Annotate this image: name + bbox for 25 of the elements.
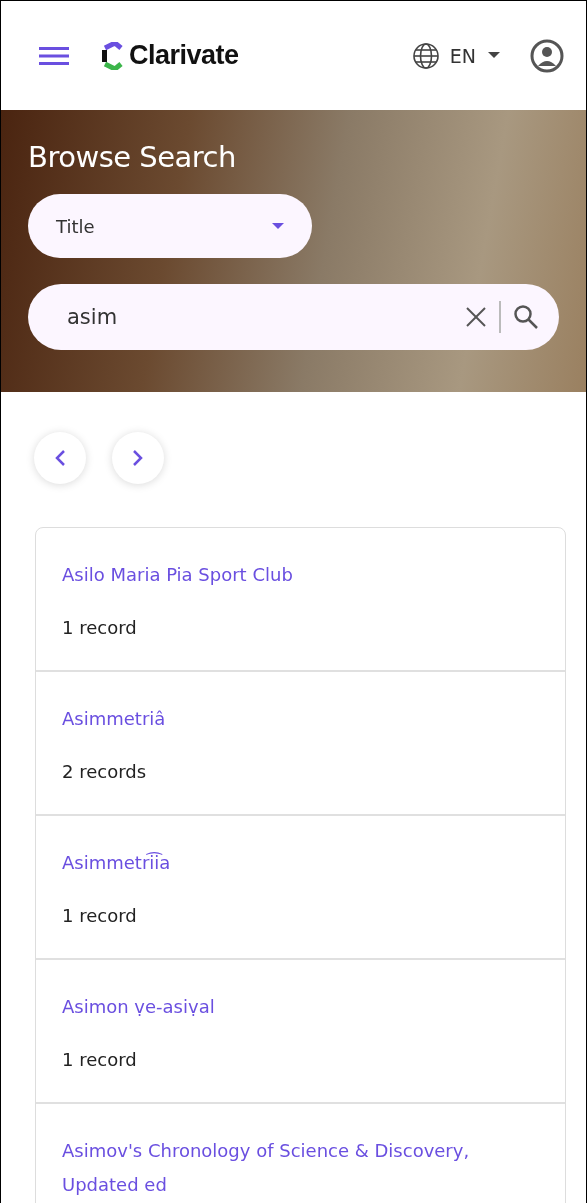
account-icon[interactable] [530, 38, 564, 73]
caret-icon [488, 52, 500, 59]
result-link[interactable]: Asimmetri͡ia [62, 846, 545, 880]
search-icon[interactable] [513, 304, 539, 330]
search-field[interactable]: asim [28, 284, 559, 350]
field-dropdown[interactable]: Title [28, 194, 312, 258]
page-title: Browse Search [28, 140, 236, 174]
result-link[interactable]: Asimov's Chronology of Science & Discovery, Updated ed [62, 1134, 545, 1202]
record-count: 1 record [62, 1048, 138, 1072]
globe-icon[interactable] [411, 41, 440, 70]
menu-icon[interactable] [39, 45, 69, 66]
chevron-left-icon [54, 449, 66, 467]
result-link[interactable]: Asilo Maria Pia Sport Club [62, 558, 545, 592]
record-count: 1 record [62, 616, 138, 640]
search-input[interactable]: asim [65, 304, 453, 330]
language-selector[interactable]: EN [449, 44, 500, 67]
logo-icon [101, 41, 125, 70]
clear-icon[interactable] [465, 306, 487, 328]
brand-name: Clarivate [129, 40, 239, 71]
chevron-right-icon [132, 449, 144, 467]
record-count: 2 records [62, 760, 148, 784]
record-count: 1 record [62, 904, 138, 928]
caret-icon [272, 222, 284, 230]
result-link[interactable]: Asimmetriâ [62, 702, 545, 736]
result-link[interactable]: Asimon ṿe-asiṿal [62, 990, 545, 1024]
